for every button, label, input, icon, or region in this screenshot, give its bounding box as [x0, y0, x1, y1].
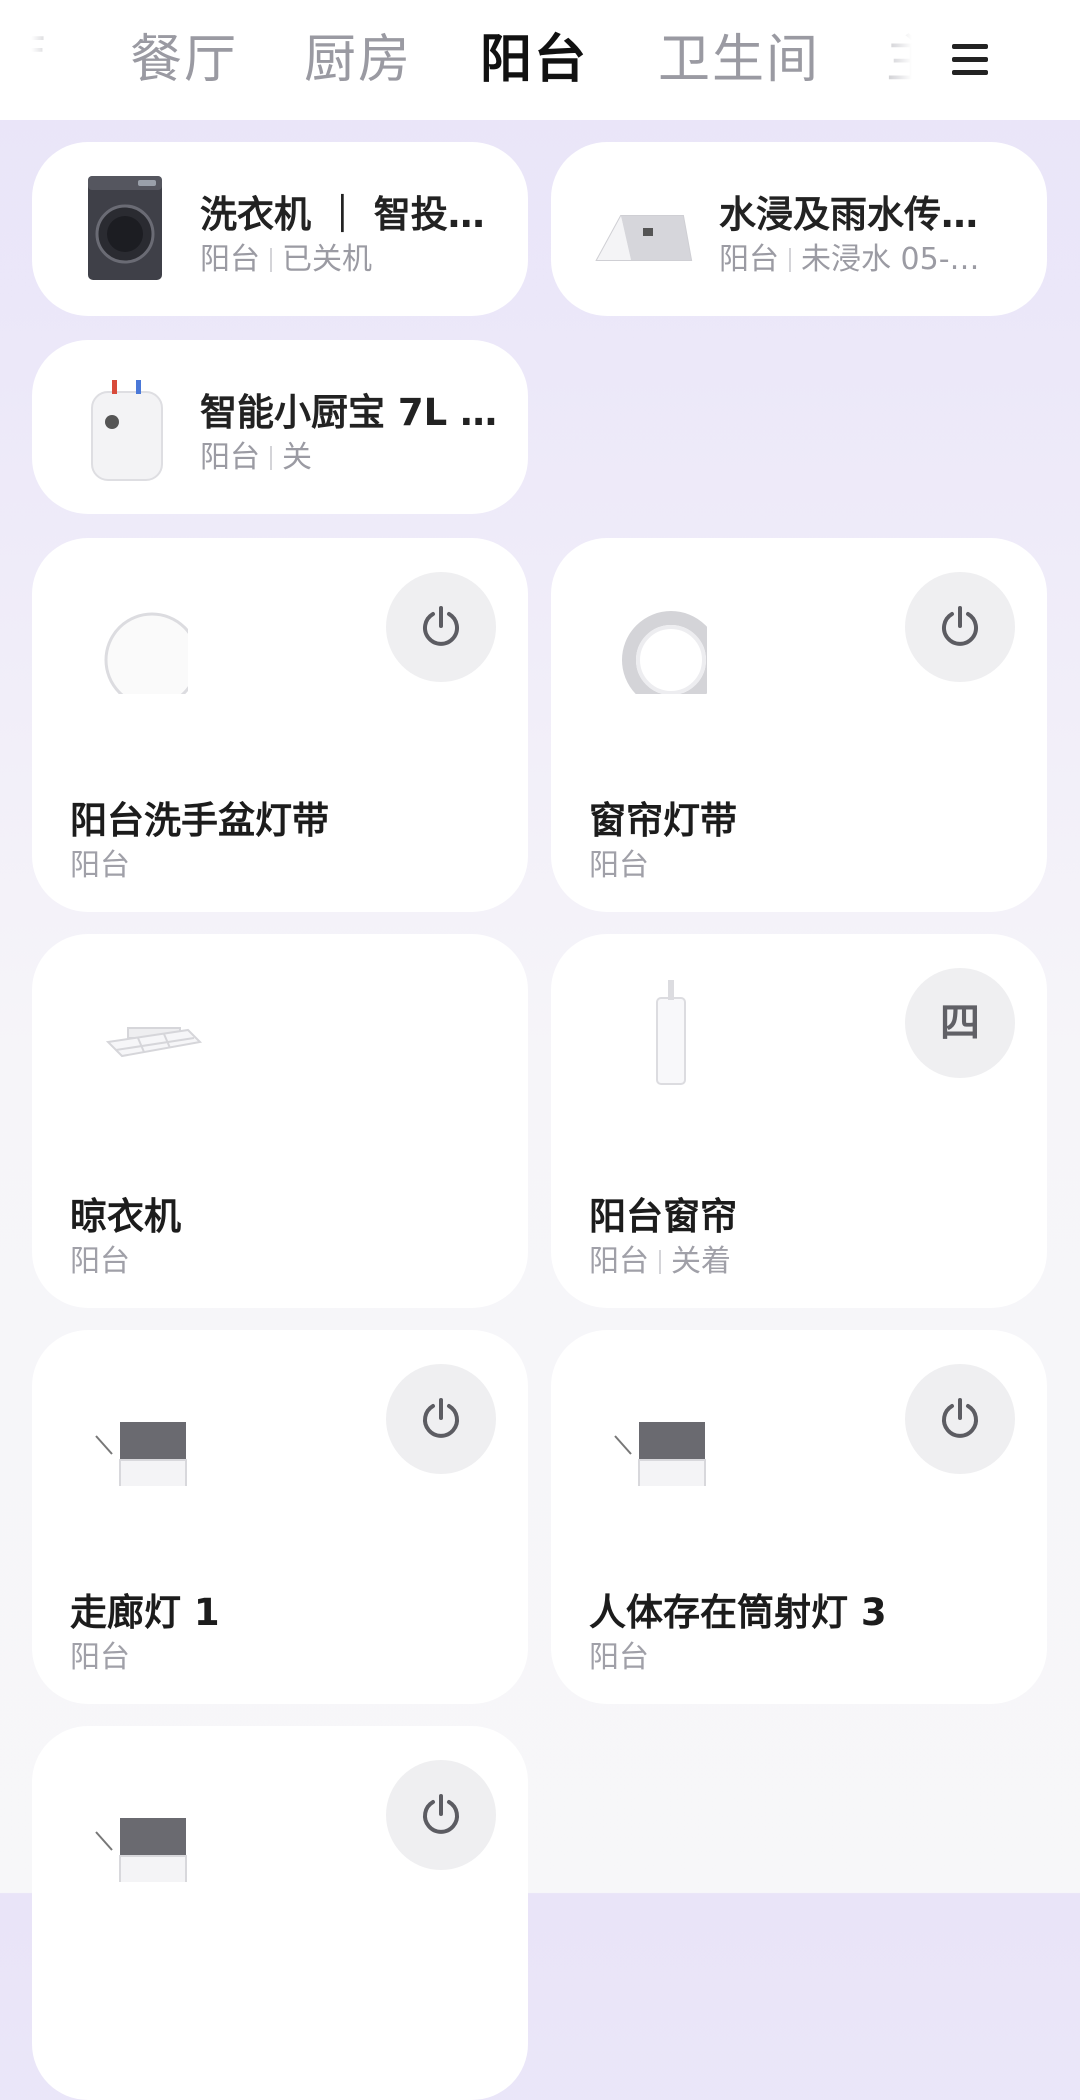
downlight-image: [68, 1762, 217, 1885]
tab-kitchen[interactable]: 厨房: [304, 22, 412, 98]
device-name: 阳台窗帘: [589, 1195, 737, 1238]
power-button[interactable]: [905, 572, 1015, 682]
device-room: 阳台: [70, 1640, 130, 1675]
round-light-image: [68, 574, 200, 708]
device-name: 晾衣机: [70, 1195, 181, 1238]
device-subtitle: 阳台 已关机: [200, 242, 372, 277]
device-subtitle: 阳台 未浸水 05-…: [719, 242, 980, 277]
device-card-water-sensor[interactable]: 水浸及雨水传… 阳台 未浸水 05-…: [551, 142, 1047, 316]
device-name: 窗帘灯带: [589, 799, 737, 842]
power-icon: [942, 1398, 978, 1438]
device-card-spotlight-partial[interactable]: [32, 1726, 528, 2100]
device-title: 水浸及雨水传…: [719, 193, 978, 236]
device-card-curtain-light-strip[interactable]: 窗帘灯带 阳台: [551, 538, 1047, 912]
device-name: 阳台洗手盆灯带: [70, 799, 329, 842]
tab-living-room[interactable]: 客厅: [0, 22, 48, 98]
device-card-corridor-light[interactable]: 走廊灯 1 阳台: [32, 1330, 528, 1704]
device-card-balcony-curtain[interactable]: 四 阳台窗帘 阳台 关着: [551, 934, 1047, 1308]
device-subtitle: 阳台 关着: [589, 1244, 731, 1279]
downlight-image: [68, 1366, 217, 1489]
device-card-water-heater[interactable]: 智能小厨宝 7L S1 阳台关: [32, 340, 528, 514]
room-tabs: 客厅 餐厅 厨房 阳台 卫生间 主卧: [0, 0, 1080, 120]
power-button[interactable]: [386, 572, 496, 682]
device-title: 智能小厨宝 7L S1: [200, 391, 512, 434]
hamburger-menu-icon[interactable]: [940, 30, 1000, 90]
washing-machine-image: [68, 172, 180, 286]
curtain-motor-image: [587, 970, 707, 1090]
device-room: 阳台: [70, 1244, 130, 1279]
device-name: 人体存在筒射灯 3: [589, 1591, 887, 1634]
device-name: 走廊灯 1: [70, 1591, 220, 1634]
power-icon: [423, 1398, 459, 1438]
power-icon: [942, 606, 978, 646]
device-card-clothes-dryer[interactable]: 晾衣机 阳台: [32, 934, 528, 1308]
power-button[interactable]: [386, 1364, 496, 1474]
room-tab-bar: 客厅 餐厅 厨房 阳台 卫生间 主卧: [0, 0, 1080, 120]
power-icon: [423, 1794, 459, 1834]
curtain-control-icon: 四: [940, 1000, 980, 1046]
device-subtitle: 阳台关: [200, 440, 312, 475]
device-room: 阳台: [70, 848, 130, 883]
device-title: 洗衣机 ｜ 智投…: [200, 193, 485, 236]
downlight-image: [587, 1366, 736, 1489]
power-icon: [423, 606, 459, 646]
device-room: 阳台: [589, 1640, 649, 1675]
device-card-presence-spotlight[interactable]: 人体存在筒射灯 3 阳台: [551, 1330, 1047, 1704]
tab-bathroom[interactable]: 卫生间: [658, 22, 820, 98]
device-card-washing-machine[interactable]: 洗衣机 ｜ 智投… 阳台 已关机: [32, 142, 528, 316]
tab-dining-room[interactable]: 餐厅: [130, 22, 238, 98]
water-leak-sensor-image: [587, 172, 699, 286]
water-heater-image: [68, 370, 180, 484]
power-button[interactable]: [386, 1760, 496, 1870]
device-room: 阳台: [589, 848, 649, 883]
curtain-control-button[interactable]: 四: [905, 968, 1015, 1078]
device-card-sink-light-strip[interactable]: 阳台洗手盆灯带 阳台: [32, 538, 528, 912]
tab-balcony[interactable]: 阳台: [480, 22, 588, 98]
ring-light-image: [587, 574, 720, 709]
power-button[interactable]: [905, 1364, 1015, 1474]
clothes-dryer-rack-image: [68, 970, 203, 1090]
